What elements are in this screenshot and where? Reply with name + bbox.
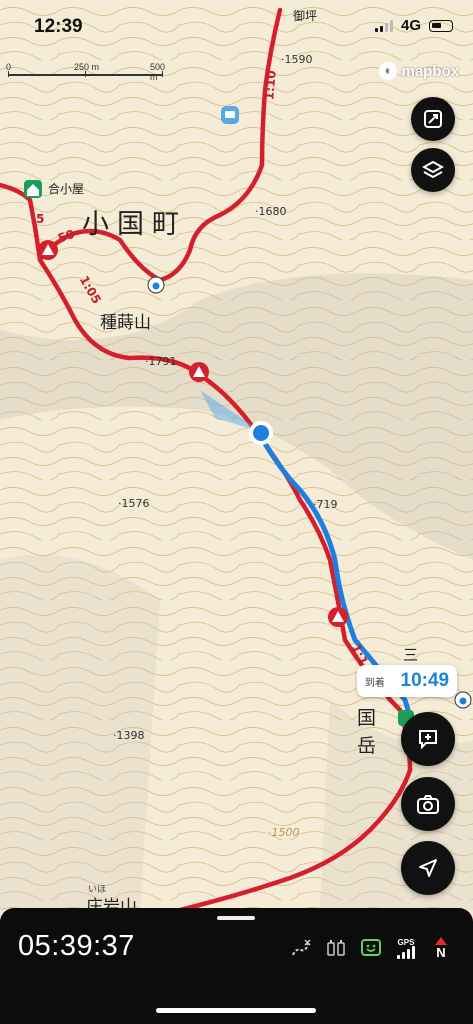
- elevation-label: ·1500: [268, 826, 300, 839]
- camera-button[interactable]: [401, 777, 455, 831]
- layers-button[interactable]: [411, 148, 455, 192]
- location-arrow-icon: [419, 859, 437, 877]
- status-indicators: 4G: [374, 17, 453, 34]
- eta-value: 10:49: [400, 670, 450, 691]
- eta-label: 到着: [364, 677, 385, 689]
- compass-indicator[interactable]: N: [430, 936, 452, 960]
- drag-handle[interactable]: [217, 916, 255, 920]
- camera-icon: [417, 795, 439, 814]
- battery-icon: [429, 19, 453, 32]
- home-indicator[interactable]: [156, 1008, 316, 1013]
- mapbox-attribution[interactable]: ◐ mapbox: [379, 62, 459, 80]
- attribution-label: mapbox: [401, 62, 459, 80]
- locate-button[interactable]: [401, 841, 455, 895]
- network-label: 4G: [400, 17, 421, 34]
- eta-bubble: 到着 10:49: [357, 665, 457, 697]
- place-label: いほ: [88, 884, 106, 895]
- peak-label: 岳: [357, 735, 376, 757]
- peak-label: 三: [403, 646, 418, 664]
- battery-icon: [325, 936, 347, 960]
- trail-time-label: 1:10: [262, 70, 279, 101]
- elevation-label: ·1590: [281, 53, 313, 66]
- smile-icon: [360, 936, 382, 960]
- gps-indicator: GPS: [395, 936, 417, 960]
- elevation-label: ·1680: [255, 205, 287, 218]
- town-label: 小国町: [82, 209, 187, 240]
- map-scale: 0 250 m 500 m: [6, 62, 166, 82]
- hut-icon: [24, 180, 42, 198]
- compass-icon: [435, 936, 447, 945]
- elapsed-time: 05:39:37: [18, 930, 135, 962]
- expand-button[interactable]: [411, 97, 455, 141]
- hut-label: 合小屋: [48, 181, 84, 196]
- elevation-label: ·719: [313, 498, 338, 511]
- trail-time-label: 5: [36, 212, 44, 226]
- plus-note-icon: [419, 730, 437, 750]
- elevation-label: ·1398: [113, 729, 145, 742]
- expand-icon: [424, 110, 442, 128]
- peak-label: 国: [357, 707, 376, 729]
- compass-label: N: [436, 944, 446, 960]
- scale-label: 500 m: [150, 62, 166, 82]
- scale-label: 250 m: [74, 62, 100, 72]
- water-icon: [147, 276, 165, 294]
- mountain-label: 種蒔山: [100, 313, 151, 333]
- info-icon: [221, 106, 239, 124]
- elevation-label: ·1576: [118, 497, 150, 510]
- status-time: 12:39: [34, 16, 83, 37]
- water-icon: [454, 691, 472, 709]
- signal-icon: [374, 19, 393, 32]
- route-off-icon: [290, 936, 312, 960]
- bottom-panel[interactable]: 05:39:37: [0, 908, 473, 1024]
- mapbox-logo-icon: ◐: [379, 62, 398, 80]
- add-memo-button[interactable]: [401, 712, 455, 766]
- topo-map[interactable]: 小国町 種蒔山 合小屋 御坪 三 国 岳 庄岩山 いほ ·1590 ·1680 …: [0, 0, 473, 910]
- elevation-label: ·1791: [145, 355, 177, 368]
- status-bar: 12:39 4G: [0, 0, 473, 52]
- layers-icon: [422, 160, 444, 179]
- gps-signal-icon: [397, 945, 415, 959]
